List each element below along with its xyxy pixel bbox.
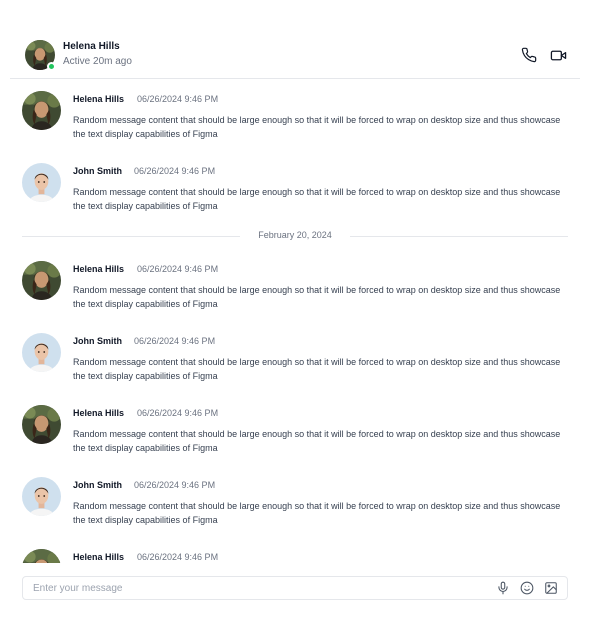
sender-name: Helena Hills	[73, 552, 125, 562]
date-divider-label: February 20, 2024	[258, 230, 332, 240]
video-call-button[interactable]	[547, 44, 569, 66]
call-button[interactable]	[518, 44, 540, 66]
contact-avatar[interactable]	[25, 40, 56, 71]
message-timestamp: 06/26/2024 9:46 PM	[137, 94, 219, 104]
message-timestamp: 06/26/2024 9:46 PM	[134, 336, 216, 346]
message-text: Random message content that should be la…	[73, 501, 561, 525]
attach-image-button[interactable]	[543, 580, 559, 596]
message-timestamp: 06/26/2024 9:46 PM	[137, 552, 219, 562]
sender-avatar[interactable]	[22, 261, 61, 300]
sender-avatar[interactable]	[22, 163, 61, 202]
sender-avatar[interactable]	[22, 405, 61, 444]
message-list[interactable]: Helena Hills 06/26/2024 9:46 PM Random m…	[0, 79, 590, 563]
message-text: Random message content that should be la…	[73, 429, 561, 453]
sender-name: Helena Hills	[73, 264, 125, 274]
message-text: Random message content that should be la…	[73, 285, 561, 309]
message-text: Random message content that should be la…	[73, 187, 561, 211]
video-camera-icon	[550, 50, 566, 60]
sender-name: Helena Hills	[73, 408, 125, 418]
message-item: Helena Hills 06/26/2024 9:46 PM Random m…	[22, 261, 562, 321]
emoji-button[interactable]	[519, 580, 535, 596]
emoji-icon	[520, 581, 534, 595]
message-item: Helena Hills 06/26/2024 9:46 PM	[22, 549, 562, 563]
online-status-dot	[47, 62, 56, 71]
message-composer	[22, 576, 568, 600]
chat-header: Helena Hills Active 20m ago	[10, 32, 580, 79]
message-item: Helena Hills 06/26/2024 9:46 PM Random m…	[22, 91, 562, 151]
message-input[interactable]	[23, 577, 483, 599]
message-timestamp: 06/26/2024 9:46 PM	[137, 408, 219, 418]
message-timestamp: 06/26/2024 9:46 PM	[137, 264, 219, 274]
microphone-icon	[498, 581, 508, 595]
message-timestamp: 06/26/2024 9:46 PM	[134, 166, 216, 176]
sender-avatar[interactable]	[22, 333, 61, 372]
sender-name: John Smith	[73, 480, 122, 490]
phone-icon	[521, 47, 537, 63]
voice-message-button[interactable]	[495, 580, 511, 596]
message-timestamp: 06/26/2024 9:46 PM	[134, 480, 216, 490]
sender-name: John Smith	[73, 336, 122, 346]
image-icon	[545, 582, 557, 594]
date-divider: February 20, 2024	[22, 230, 568, 242]
sender-name: Helena Hills	[73, 94, 125, 104]
message-item: John Smith 06/26/2024 9:46 PM Random mes…	[22, 477, 562, 537]
message-item: Helena Hills 06/26/2024 9:46 PM Random m…	[22, 405, 562, 465]
sender-avatar[interactable]	[22, 91, 61, 130]
contact-status: Active 20m ago	[63, 56, 132, 67]
sender-avatar[interactable]	[22, 549, 61, 563]
divider-line	[350, 236, 568, 237]
sender-name: John Smith	[73, 166, 122, 176]
message-item: John Smith 06/26/2024 9:46 PM Random mes…	[22, 333, 562, 393]
message-text: Random message content that should be la…	[73, 357, 561, 381]
sender-avatar[interactable]	[22, 477, 61, 516]
message-text: Random message content that should be la…	[73, 115, 561, 139]
contact-name: Helena Hills	[63, 41, 120, 52]
message-item: John Smith 06/26/2024 9:46 PM Random mes…	[22, 163, 562, 223]
